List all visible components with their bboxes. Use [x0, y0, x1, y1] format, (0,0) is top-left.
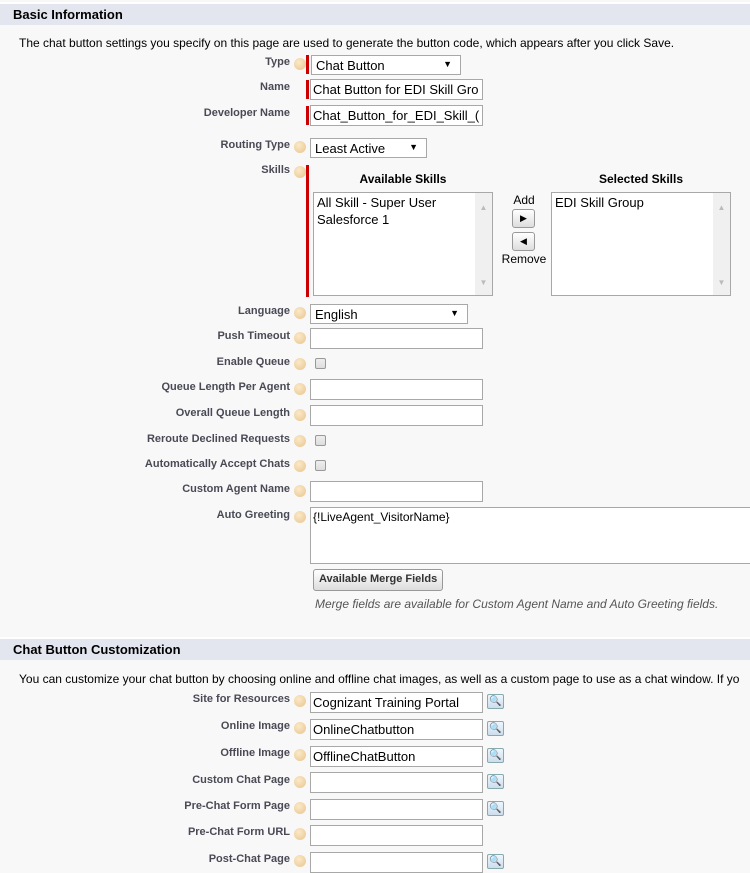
required-marker — [306, 165, 309, 297]
list-item[interactable]: All Skill - Super User — [317, 194, 489, 211]
remove-label: Remove — [501, 252, 547, 266]
required-marker — [306, 55, 309, 74]
available-skills-title: Available Skills — [359, 172, 447, 186]
reroute-label: Reroute Declined Requests — [146, 433, 290, 445]
overall-queue-input[interactable] — [310, 405, 483, 426]
list-item[interactable]: Salesforce 1 — [317, 211, 489, 228]
overall-queue-label: Overall Queue Length — [175, 407, 290, 419]
help-icon[interactable] — [294, 435, 306, 447]
enable-queue-checkbox[interactable] — [315, 358, 326, 369]
prechat-form-url-label: Pre-Chat Form URL — [187, 826, 290, 838]
push-timeout-label: Push Timeout — [217, 330, 290, 342]
routing-value: Least Active — [315, 141, 386, 156]
prechat-form-url-input[interactable] — [310, 825, 483, 846]
name-label: Name — [260, 81, 290, 93]
custom-agent-name-input[interactable] — [310, 481, 483, 502]
help-icon[interactable] — [294, 776, 306, 788]
dropdown-arrow-icon: ▼ — [409, 142, 418, 152]
dropdown-arrow-icon: ▼ — [450, 308, 459, 318]
merge-note: Merge fields are available for Custom Ag… — [315, 597, 719, 611]
arrow-right-icon: ▶ — [520, 213, 527, 223]
arrow-left-icon: ◀ — [520, 236, 527, 246]
lookup-icon[interactable]: 🔍 — [487, 721, 504, 736]
remove-button[interactable]: ◀ — [512, 232, 535, 251]
routing-type-label: Routing Type — [220, 139, 290, 151]
enable-queue-label: Enable Queue — [216, 356, 290, 368]
help-icon[interactable] — [294, 460, 306, 472]
available-merge-fields-button[interactable]: Available Merge Fields — [313, 569, 444, 591]
help-icon[interactable] — [294, 855, 306, 867]
add-label: Add — [513, 193, 535, 207]
help-icon[interactable] — [294, 409, 306, 421]
help-icon[interactable] — [294, 166, 306, 178]
custom-chat-page-label: Custom Chat Page — [192, 774, 290, 786]
postchat-page-label: Post-Chat Page — [208, 853, 290, 865]
language-label: Language — [238, 305, 290, 317]
queue-length-input[interactable] — [310, 379, 483, 400]
offline-image-label: Offline Image — [220, 747, 290, 759]
type-select[interactable]: Chat Button ▼ — [311, 55, 461, 75]
auto-greeting-label: Auto Greeting — [216, 509, 290, 521]
help-icon[interactable] — [294, 695, 306, 707]
online-image-input[interactable]: OnlineChatbutton — [310, 719, 483, 740]
available-skills-list[interactable]: All Skill - Super User Salesforce 1 ▲ ▼ — [313, 192, 493, 296]
prechat-form-page-input[interactable] — [310, 799, 483, 820]
custom-chat-page-input[interactable] — [310, 772, 483, 793]
language-select[interactable]: English ▼ — [310, 304, 468, 324]
offline-image-input[interactable]: OfflineChatButton — [310, 746, 483, 767]
help-icon[interactable] — [294, 828, 306, 840]
selected-skills-list[interactable]: EDI Skill Group ▲ ▼ — [551, 192, 731, 296]
developer-name-input[interactable]: Chat_Button_for_EDI_Skill_( — [310, 105, 483, 126]
help-icon[interactable] — [294, 722, 306, 734]
lookup-icon[interactable]: 🔍 — [487, 801, 504, 816]
basic-description: The chat button settings you specify on … — [19, 36, 675, 50]
auto-accept-label: Automatically Accept Chats — [144, 458, 290, 470]
list-item[interactable]: EDI Skill Group — [555, 194, 727, 211]
scrollbar[interactable]: ▲ ▼ — [713, 193, 730, 295]
customization-description: You can customize your chat button by ch… — [19, 672, 740, 686]
prechat-form-page-label: Pre-Chat Form Page — [184, 800, 290, 812]
lookup-icon[interactable]: 🔍 — [487, 748, 504, 763]
help-icon[interactable] — [294, 332, 306, 344]
required-marker — [306, 106, 309, 125]
type-label: Type — [265, 56, 290, 68]
skills-label: Skills — [261, 164, 290, 176]
push-timeout-input[interactable] — [310, 328, 483, 349]
help-icon[interactable] — [294, 58, 306, 70]
help-icon[interactable] — [294, 511, 306, 523]
help-icon[interactable] — [294, 358, 306, 370]
developer-name-label: Developer Name — [203, 107, 290, 119]
online-image-label: Online Image — [220, 720, 290, 732]
reroute-checkbox[interactable] — [315, 435, 326, 446]
postchat-page-input[interactable] — [310, 852, 483, 873]
help-icon[interactable] — [294, 383, 306, 395]
custom-agent-name-label: Custom Agent Name — [182, 483, 290, 495]
lookup-icon[interactable]: 🔍 — [487, 694, 504, 709]
site-label: Site for Resources — [192, 693, 290, 705]
section-header-customization: Chat Button Customization — [0, 637, 750, 660]
site-input[interactable]: Cognizant Training Portal — [310, 692, 483, 713]
help-icon[interactable] — [294, 307, 306, 319]
section-header-basic: Basic Information — [0, 2, 750, 25]
help-icon[interactable] — [294, 749, 306, 761]
add-button[interactable]: ▶ — [512, 209, 535, 228]
name-input[interactable]: Chat Button for EDI Skill Gro — [310, 79, 483, 100]
auto-greeting-textarea[interactable]: {!LiveAgent_VisitorName} — [310, 507, 750, 564]
lookup-icon[interactable]: 🔍 — [487, 774, 504, 789]
required-marker — [306, 80, 309, 99]
routing-type-select[interactable]: Least Active ▼ — [310, 138, 427, 158]
auto-accept-checkbox[interactable] — [315, 460, 326, 471]
help-icon[interactable] — [294, 802, 306, 814]
help-icon[interactable] — [294, 485, 306, 497]
language-value: English — [315, 307, 358, 322]
scrollbar[interactable]: ▲ ▼ — [475, 193, 492, 295]
help-icon[interactable] — [294, 141, 306, 153]
selected-skills-title: Selected Skills — [598, 172, 684, 186]
lookup-icon[interactable]: 🔍 — [487, 854, 504, 869]
dropdown-arrow-icon: ▼ — [443, 59, 452, 69]
type-value: Chat Button — [316, 58, 385, 73]
queue-length-label: Queue Length Per Agent — [161, 381, 290, 393]
